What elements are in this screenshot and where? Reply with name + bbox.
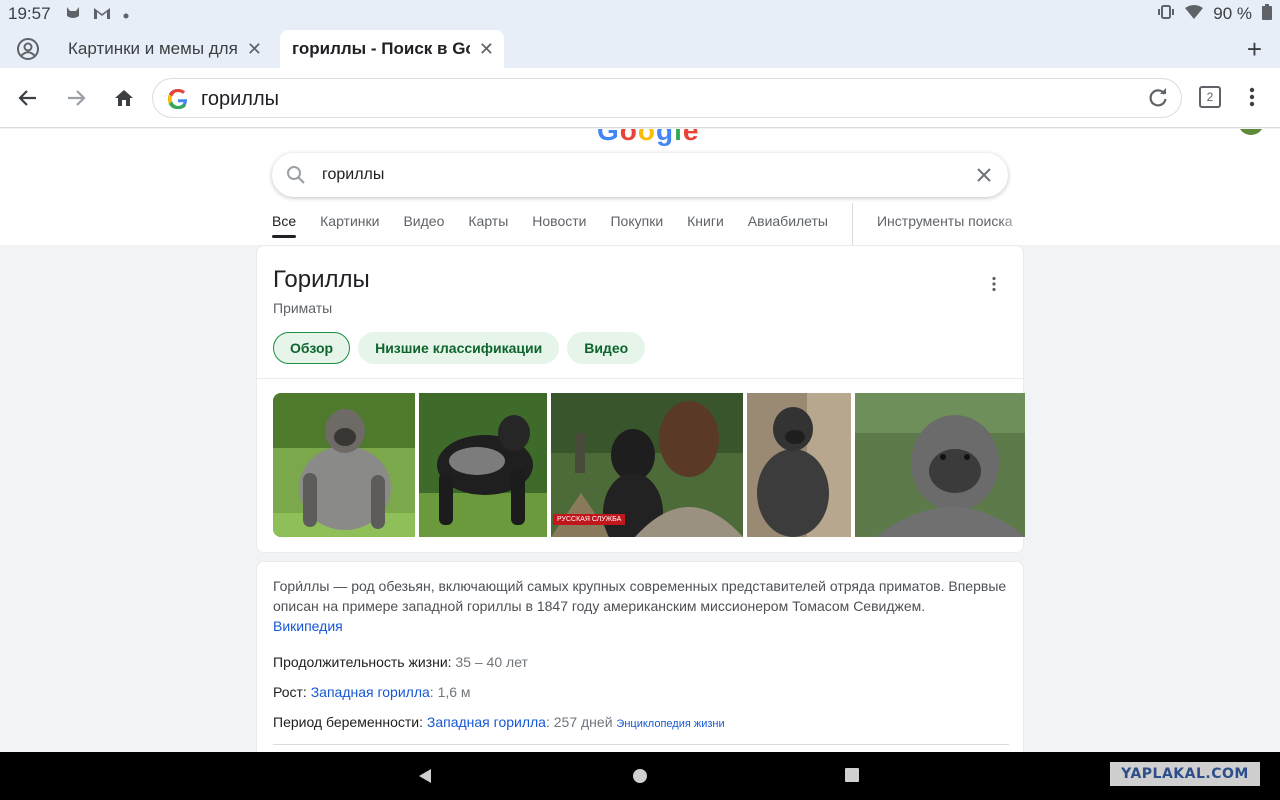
panel-more-icon[interactable] — [991, 276, 997, 297]
search-nav-tabs: Все Картинки Видео Карты Новости Покупки… — [272, 203, 1037, 245]
panel-divider — [273, 744, 1009, 745]
watermark-logo: YAPLAKAL.COM — [1110, 762, 1260, 786]
wifi-icon — [1185, 4, 1204, 24]
tab-switcher-button[interactable]: 2 — [1199, 86, 1221, 108]
fact-link[interactable]: Западная горилла — [311, 684, 430, 700]
clear-search-icon[interactable] — [972, 163, 996, 192]
fact-height: Рост: Западная горилла: 1,6 м — [273, 682, 725, 712]
back-nav-icon[interactable] — [417, 768, 433, 789]
address-text[interactable]: гориллы — [201, 88, 279, 111]
gorilla-selfie-image[interactable]: РУССКАЯ СЛУЖБА — [551, 393, 743, 537]
fact-value: : 1,6 м — [429, 684, 471, 700]
gorilla-portrait-image[interactable] — [855, 393, 1025, 537]
battery-icon — [1262, 3, 1272, 25]
status-time: 19:57 — [8, 4, 51, 23]
nav-divider — [851, 203, 853, 245]
search-query[interactable]: гориллы — [322, 166, 384, 184]
google-logo[interactable]: Google — [597, 129, 699, 147]
tab-shopping[interactable]: Покупки — [610, 213, 663, 245]
account-icon[interactable] — [16, 37, 40, 61]
panel-title: Гориллы — [273, 266, 370, 293]
fact-value: : 257 дней — [545, 714, 613, 730]
browser-tab[interactable]: Картинки и мемы для ✕ — [56, 30, 272, 68]
back-arrow-icon[interactable] — [14, 84, 42, 112]
system-nav-bar: YAPLAKAL.COM — [0, 752, 1280, 800]
search-box[interactable]: гориллы — [272, 153, 1008, 197]
recents-nav-icon[interactable] — [845, 768, 859, 787]
tab-news[interactable]: Новости — [532, 213, 586, 245]
more-options-icon[interactable] — [1244, 86, 1260, 113]
fact-label: Рост: — [273, 684, 307, 700]
cat-notification-icon — [65, 6, 81, 23]
vibrate-icon — [1157, 4, 1175, 24]
close-tab-icon[interactable]: ✕ — [247, 39, 262, 60]
description-text: Гори́ллы — род обезьян, включающий самых… — [273, 578, 1007, 614]
reload-icon[interactable] — [1147, 87, 1169, 114]
gorilla-image[interactable] — [273, 393, 415, 537]
tab-video[interactable]: Видео — [403, 213, 444, 245]
home-icon[interactable] — [110, 84, 138, 112]
tab-maps[interactable]: Карты — [468, 213, 508, 245]
tab-title: гориллы - Поиск в Google — [292, 39, 470, 58]
address-bar[interactable]: гориллы — [152, 78, 1182, 118]
gmail-notification-icon — [93, 6, 111, 23]
gorilla-image[interactable] — [419, 393, 547, 537]
knowledge-panel-header: Гориллы Приматы Обзор Низшие классификац… — [256, 245, 1025, 553]
google-g-icon — [167, 88, 189, 114]
home-nav-icon[interactable] — [632, 768, 648, 789]
gorilla-image[interactable] — [747, 393, 851, 537]
panel-description: Гори́ллы — род обезьян, включающий самых… — [273, 576, 1013, 636]
image-strip: РУССКАЯ СЛУЖБА — [273, 393, 1025, 537]
panel-facts: Продолжительность жизни: 35 – 40 лет Рос… — [273, 652, 725, 742]
tab-books[interactable]: Книги — [687, 213, 724, 245]
close-tab-icon[interactable]: ✕ — [479, 39, 494, 60]
chip-overview[interactable]: Обзор — [273, 332, 351, 364]
battery-percent: 90 % — [1213, 4, 1252, 23]
fact-value: 35 – 40 лет — [455, 654, 528, 670]
chip-subclasses[interactable]: Низшие классификации — [358, 332, 560, 364]
image-source-badge: РУССКАЯ СЛУЖБА — [553, 514, 626, 525]
new-tab-icon[interactable]: + — [1247, 34, 1262, 65]
tab-title: Картинки и мемы для — [68, 39, 238, 58]
fact-gestation: Период беременности: Западная горилла: 2… — [273, 712, 725, 742]
knowledge-panel-details: Гори́ллы — род обезьян, включающий самых… — [256, 561, 1024, 752]
browser-toolbar: гориллы 2 — [0, 68, 1280, 128]
fact-label: Продолжительность жизни: — [273, 654, 452, 670]
fact-lifespan: Продолжительность жизни: 35 – 40 лет — [273, 652, 725, 682]
search-tools-button[interactable]: Инструменты поиска — [877, 213, 1013, 245]
web-page: Google гориллы Все Картинки Видео Карты … — [0, 129, 1280, 752]
tab-flights[interactable]: Авиабилеты — [748, 213, 828, 245]
dot-notification-icon — [123, 6, 129, 22]
tab-all[interactable]: Все — [272, 213, 297, 245]
status-bar: 19:57 90 % — [0, 0, 1280, 28]
nav-fade — [1000, 213, 1028, 237]
fact-link[interactable]: Западная горилла — [427, 714, 546, 730]
search-header: Google гориллы Все Картинки Видео Карты … — [0, 129, 1280, 245]
user-avatar[interactable] — [1238, 129, 1264, 135]
panel-divider — [257, 378, 1023, 379]
tab-strip: Картинки и мемы для ✕ гориллы - Поиск в … — [0, 28, 1280, 68]
browser-tab-active[interactable]: гориллы - Поиск в Google ✕ — [280, 30, 504, 68]
chip-video[interactable]: Видео — [567, 332, 646, 364]
wikipedia-link[interactable]: Википедия — [273, 618, 343, 634]
panel-chips: Обзор Низшие классификации Видео — [273, 332, 646, 364]
panel-subtitle: Приматы — [273, 300, 333, 316]
search-icon[interactable] — [286, 165, 306, 190]
tab-images[interactable]: Картинки — [320, 213, 379, 245]
fact-label: Период беременности: — [273, 714, 423, 730]
fact-source-link[interactable]: Энциклопедия жизни — [616, 718, 724, 730]
forward-arrow-icon[interactable] — [62, 84, 90, 112]
